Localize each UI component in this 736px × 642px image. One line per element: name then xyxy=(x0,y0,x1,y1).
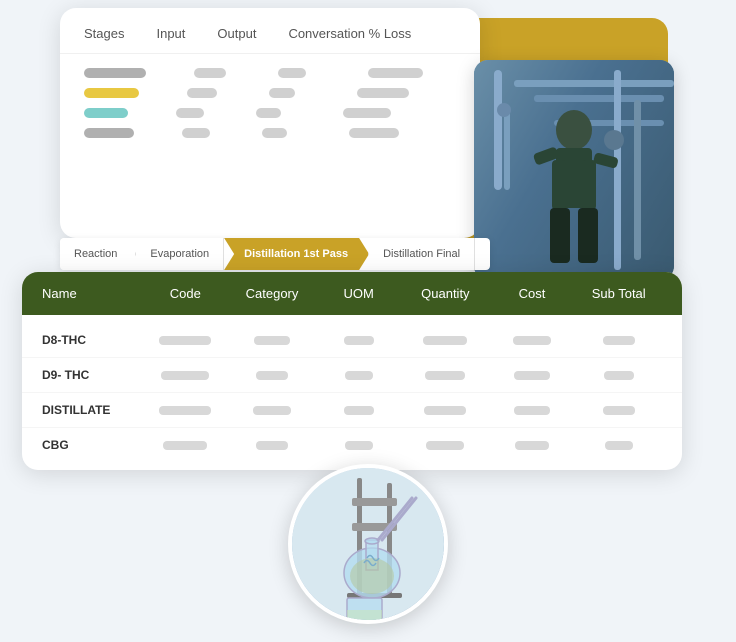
table-row xyxy=(84,68,456,78)
table-row[interactable]: DISTILLATE xyxy=(22,393,682,428)
table-row[interactable]: D8-THC xyxy=(22,323,682,358)
row-bar-1 xyxy=(84,68,146,78)
row-qty-2 xyxy=(402,371,489,380)
row-code-1 xyxy=(142,336,229,345)
row-name-d8thc: D8-THC xyxy=(42,333,142,347)
row-code-2 xyxy=(142,371,229,380)
worker-photo xyxy=(474,60,674,280)
row-bar-2c xyxy=(176,108,204,118)
row-qty-1 xyxy=(402,336,489,345)
header-stages: Stages xyxy=(84,26,124,41)
row-cat-2 xyxy=(229,371,316,380)
col-header-subtotal: Sub Total xyxy=(575,286,662,301)
col-header-quantity: Quantity xyxy=(402,286,489,301)
top-card-rows xyxy=(60,54,480,152)
row-bar-2d xyxy=(182,128,210,138)
row-cost-2 xyxy=(489,371,576,380)
row-cost-3 xyxy=(489,406,576,415)
col-header-category: Category xyxy=(229,286,316,301)
row-name-distillate: DISTILLATE xyxy=(42,403,142,417)
row-code-4 xyxy=(142,441,229,450)
row-bar-dark xyxy=(84,128,134,138)
pipes-svg xyxy=(474,60,674,280)
col-header-name: Name xyxy=(42,286,142,301)
row-qty-4 xyxy=(402,441,489,450)
step-distillation-1st[interactable]: Distillation 1st Pass xyxy=(224,238,369,270)
table-row xyxy=(84,88,456,98)
row-bar-2 xyxy=(194,68,226,78)
col-header-cost: Cost xyxy=(489,286,576,301)
row-bar-3b xyxy=(269,88,295,98)
row-bar-4 xyxy=(368,68,423,78)
step-reaction[interactable]: Reaction xyxy=(60,238,136,270)
table-row[interactable]: CBG xyxy=(22,428,682,462)
row-bar-4c xyxy=(343,108,391,118)
main-data-card: Name Code Category UOM Quantity Cost Sub… xyxy=(22,272,682,470)
row-uom-1 xyxy=(315,336,402,345)
lab-photo xyxy=(292,468,444,620)
row-cost-1 xyxy=(489,336,576,345)
table-row xyxy=(84,128,456,138)
row-cat-4 xyxy=(229,441,316,450)
row-sub-3 xyxy=(575,406,662,415)
worker-photo-card xyxy=(474,60,674,280)
top-card-header: Stages Input Output Conversation % Loss xyxy=(60,8,480,54)
table-row[interactable]: D9- THC xyxy=(22,358,682,393)
scene: Stages Input Output Conversation % Loss xyxy=(0,0,736,642)
row-cost-4 xyxy=(489,441,576,450)
header-output: Output xyxy=(217,26,256,41)
header-conversion: Conversation % Loss xyxy=(288,26,411,41)
row-bar-4d xyxy=(349,128,399,138)
table-row xyxy=(84,108,456,118)
row-name-d9thc: D9- THC xyxy=(42,368,142,382)
row-uom-3 xyxy=(315,406,402,415)
row-uom-2 xyxy=(315,371,402,380)
lab-equipment-svg xyxy=(292,468,444,620)
row-name-cbg: CBG xyxy=(42,438,142,452)
lab-photo-circle xyxy=(288,464,448,624)
row-sub-2 xyxy=(575,371,662,380)
top-card: Stages Input Output Conversation % Loss xyxy=(60,8,480,238)
row-sub-1 xyxy=(575,336,662,345)
row-bar-4b xyxy=(357,88,409,98)
row-bar-3c xyxy=(256,108,281,118)
header-input: Input xyxy=(156,26,185,41)
main-table-header: Name Code Category UOM Quantity Cost Sub… xyxy=(22,272,682,315)
main-table-body: D8-THC D9- THC DISTILLATE xyxy=(22,315,682,470)
row-bar-3 xyxy=(278,68,306,78)
row-uom-4 xyxy=(315,441,402,450)
process-bar: Reaction Evaporation Distillation 1st Pa… xyxy=(60,238,490,270)
col-header-code: Code xyxy=(142,286,229,301)
row-code-3 xyxy=(142,406,229,415)
row-cat-1 xyxy=(229,336,316,345)
step-distillation-final[interactable]: Distillation Final xyxy=(369,238,475,270)
row-cat-3 xyxy=(229,406,316,415)
step-evaporation[interactable]: Evaporation xyxy=(136,238,224,270)
row-bar-3d xyxy=(262,128,287,138)
col-header-uom: UOM xyxy=(315,286,402,301)
row-bar-teal xyxy=(84,108,128,118)
row-qty-3 xyxy=(402,406,489,415)
row-bar-yellow xyxy=(84,88,139,98)
row-sub-4 xyxy=(575,441,662,450)
row-bar-2b xyxy=(187,88,217,98)
